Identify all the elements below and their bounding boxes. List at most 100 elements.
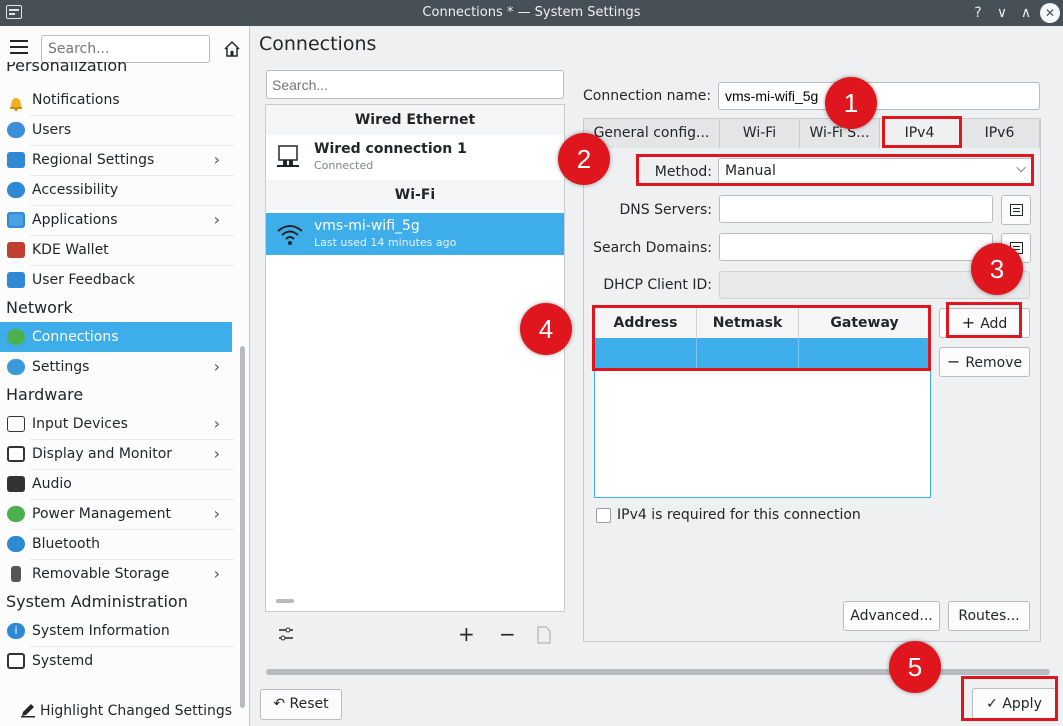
remove-address-button[interactable]: − Remove	[939, 347, 1030, 377]
home-icon[interactable]	[222, 39, 242, 59]
bluetooth-icon	[7, 536, 25, 552]
sidebar-item-audio[interactable]: Audio	[0, 469, 232, 499]
section-network: Network	[6, 298, 73, 317]
advanced-button[interactable]: Advanced...	[843, 601, 940, 631]
connection-name-input[interactable]	[718, 82, 1040, 110]
sidebar-item-label: Connections	[32, 329, 119, 345]
annotation-box-method	[636, 154, 1034, 186]
connection-name: Wired connection 1	[314, 141, 467, 157]
tab-ipv6[interactable]: IPv6	[960, 119, 1040, 148]
search-domains-label: Search Domains:	[593, 240, 712, 256]
connections-search-input[interactable]	[266, 70, 564, 99]
sidebar-item-applications[interactable]: Applications ›	[0, 205, 232, 235]
wallet-icon	[7, 242, 25, 258]
globe-settings-icon	[7, 359, 25, 375]
sidebar-item-display-monitor[interactable]: Display and Monitor ›	[0, 439, 232, 469]
sidebar-item-accessibility[interactable]: Accessibility	[0, 175, 232, 205]
annotation-badge-2: 2	[558, 133, 610, 185]
sidebar-item-label: Applications	[32, 212, 118, 228]
add-connection-button[interactable]: +	[458, 622, 475, 646]
highlight-changed-settings-button[interactable]: Highlight Changed Settings	[20, 702, 232, 719]
sidebar-nav-list: Personalization Notifications Users Regi…	[0, 62, 234, 716]
sidebar-item-power-management[interactable]: Power Management ›	[0, 499, 232, 529]
sidebar-item-label: System Information	[32, 623, 170, 639]
search-domains-input[interactable]	[719, 233, 993, 261]
feedback-icon	[7, 272, 25, 288]
chevron-right-icon: ›	[213, 414, 220, 433]
dns-servers-input[interactable]	[719, 195, 993, 223]
sidebar-item-system-information[interactable]: i System Information	[0, 616, 232, 646]
sidebar-item-users[interactable]: Users	[0, 115, 232, 145]
annotation-badge-5: 5	[889, 641, 941, 693]
chevron-right-icon: ›	[213, 357, 220, 376]
annotation-badge-3: 3	[971, 243, 1023, 295]
help-button[interactable]: ?	[968, 3, 988, 23]
configure-icon[interactable]	[277, 625, 295, 643]
sidebar-item-label: Systemd	[32, 653, 94, 669]
keyboard-icon	[7, 416, 25, 432]
sidebar-item-input-devices[interactable]: Input Devices ›	[0, 409, 232, 439]
tab-wifi[interactable]: Wi-Fi	[720, 119, 800, 148]
power-icon	[7, 506, 25, 522]
info-icon: i	[7, 623, 25, 639]
highlight-label: Highlight Changed Settings	[40, 703, 233, 719]
sidebar-item-removable-storage[interactable]: Removable Storage ›	[0, 559, 232, 589]
monitor-icon	[7, 446, 25, 462]
section-hardware: Hardware	[6, 385, 84, 404]
sidebar: Personalization Notifications Users Regi…	[0, 26, 250, 726]
maximize-button[interactable]: ∧	[1016, 3, 1036, 23]
routes-button[interactable]: Routes...	[948, 601, 1030, 631]
annotation-badge-1: 1	[825, 77, 877, 129]
hamburger-menu-icon[interactable]	[10, 40, 28, 54]
sidebar-item-connections[interactable]: Connections	[0, 322, 232, 352]
annotation-box-address-table	[592, 305, 931, 371]
chevron-right-icon: ›	[213, 210, 220, 229]
ipv4-required-label: IPv4 is required for this connection	[617, 507, 861, 523]
dhcp-client-id-label: DHCP Client ID:	[603, 277, 712, 293]
dns-edit-list-button[interactable]	[1001, 195, 1031, 225]
undo-icon: ↶	[273, 696, 290, 712]
remove-label: Remove	[965, 355, 1023, 371]
chevron-right-icon: ›	[213, 444, 220, 463]
sidebar-item-systemd[interactable]: Systemd	[0, 646, 232, 676]
sidebar-item-label: KDE Wallet	[32, 242, 109, 258]
sidebar-item-notifications[interactable]: Notifications	[0, 85, 232, 115]
annotation-box-apply	[961, 676, 1058, 721]
sidebar-item-label: Notifications	[32, 92, 120, 108]
connection-wired-1[interactable]: Wired connection 1 Connected	[266, 136, 564, 178]
minus-icon: −	[946, 352, 966, 371]
wifi-icon	[277, 225, 303, 245]
sidebar-search-input[interactable]	[41, 35, 210, 63]
sidebar-item-kde-wallet[interactable]: KDE Wallet	[0, 235, 232, 265]
list-scrollbar[interactable]	[276, 599, 294, 603]
users-icon	[7, 122, 25, 138]
sidebar-item-label: Power Management	[32, 506, 172, 522]
reset-button[interactable]: ↶ Reset	[260, 689, 342, 720]
export-icon[interactable]	[536, 626, 552, 644]
reset-label: Reset	[289, 696, 329, 712]
ipv4-required-checkbox[interactable]	[596, 508, 611, 523]
globe-icon	[7, 329, 25, 345]
close-button[interactable]: ✕	[1040, 3, 1060, 23]
pencil-icon	[21, 704, 35, 718]
accessibility-icon	[7, 182, 25, 198]
sidebar-item-label: Users	[32, 122, 72, 138]
sidebar-item-label: User Feedback	[32, 272, 136, 288]
sidebar-item-network-settings[interactable]: Settings ›	[0, 352, 232, 382]
page-title: Connections	[259, 33, 377, 55]
connection-wifi-vms-mi-wifi-5g[interactable]: vms-mi-wifi_5g Last used 14 minutes ago	[266, 213, 564, 255]
connection-name-label: Connection name:	[583, 88, 712, 104]
connection-status: Last used 14 minutes ago	[314, 236, 457, 249]
minimize-button[interactable]: ∨	[992, 3, 1012, 23]
sidebar-item-bluetooth[interactable]: Bluetooth	[0, 529, 232, 559]
sidebar-item-user-feedback[interactable]: User Feedback	[0, 265, 232, 295]
sidebar-item-label: Display and Monitor	[32, 446, 173, 462]
group-wired-ethernet: Wired Ethernet	[266, 105, 564, 135]
title-bar: Connections * — System Settings ? ∨ ∧ ✕	[0, 0, 1063, 26]
connections-list: Wired Ethernet Wired connection 1 Connec…	[265, 104, 565, 612]
sidebar-scrollbar[interactable]	[240, 346, 245, 708]
window-title: Connections * — System Settings	[422, 5, 641, 20]
sidebar-item-regional-settings[interactable]: Regional Settings ›	[0, 145, 232, 175]
dns-servers-label: DNS Servers:	[619, 202, 712, 218]
remove-connection-button[interactable]: −	[499, 622, 516, 646]
